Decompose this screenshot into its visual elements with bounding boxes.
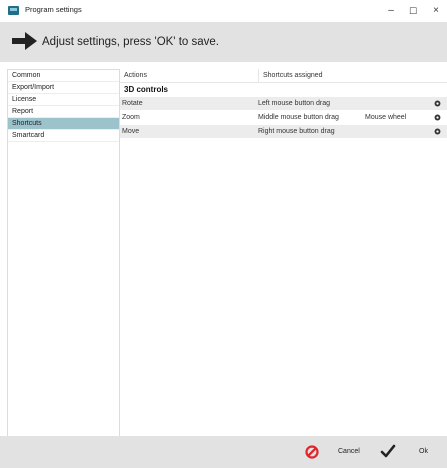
cancel-icon[interactable] [305, 445, 319, 459]
gear-icon[interactable] [434, 128, 441, 135]
checkmark-icon[interactable] [380, 444, 396, 459]
section-title: 3D controls [124, 85, 169, 94]
arrow-right-icon [12, 32, 37, 50]
sidebar-item-smartcard[interactable]: Smartcard [8, 130, 119, 142]
column-header-actions[interactable]: Actions [120, 69, 259, 83]
title-bar: Program settings – ☐ × [0, 0, 447, 23]
dialog-footer: Cancel Ok [0, 436, 447, 468]
gear-icon[interactable] [434, 114, 441, 121]
shortcut-secondary[interactable]: Mouse wheel [365, 111, 406, 124]
instruction-banner: Adjust settings, press 'OK' to save. [0, 22, 447, 62]
sidebar-item-report[interactable]: Report [8, 106, 119, 118]
sidebar-item-common[interactable]: Common [8, 70, 119, 82]
sidebar-item-export-import[interactable]: Export/Import [8, 82, 119, 94]
close-button[interactable]: × [428, 4, 444, 18]
column-header-shortcuts[interactable]: Shortcuts assigned [259, 69, 447, 83]
shortcut-primary[interactable]: Right mouse button drag [258, 125, 335, 138]
maximize-button[interactable]: ☐ [405, 4, 421, 18]
shortcut-primary[interactable]: Middle mouse button drag [258, 111, 339, 124]
table-row[interactable]: Rotate Left mouse button drag [120, 97, 447, 110]
sidebar-item-shortcuts[interactable]: Shortcuts [8, 118, 119, 130]
app-icon [8, 6, 19, 15]
action-name: Move [122, 128, 140, 135]
ok-button[interactable]: Ok [419, 448, 428, 455]
gear-icon[interactable] [434, 100, 441, 107]
settings-category-list: Common Export/Import License Report Shor… [7, 69, 120, 437]
banner-text: Adjust settings, press 'OK' to save. [42, 36, 219, 48]
action-name: Rotate [122, 100, 143, 107]
table-row[interactable]: Move Right mouse button drag [120, 125, 447, 138]
cancel-button[interactable]: Cancel [338, 448, 360, 455]
window-title: Program settings [25, 5, 82, 14]
table-row[interactable]: Zoom Middle mouse button drag Mouse whee… [120, 111, 447, 124]
sidebar-item-license[interactable]: License [8, 94, 119, 106]
minimize-button[interactable]: – [383, 4, 399, 18]
shortcut-primary[interactable]: Left mouse button drag [258, 97, 330, 110]
action-name: Zoom [122, 114, 140, 121]
shortcuts-panel: Actions Shortcuts assigned 3D controls R… [120, 69, 447, 435]
